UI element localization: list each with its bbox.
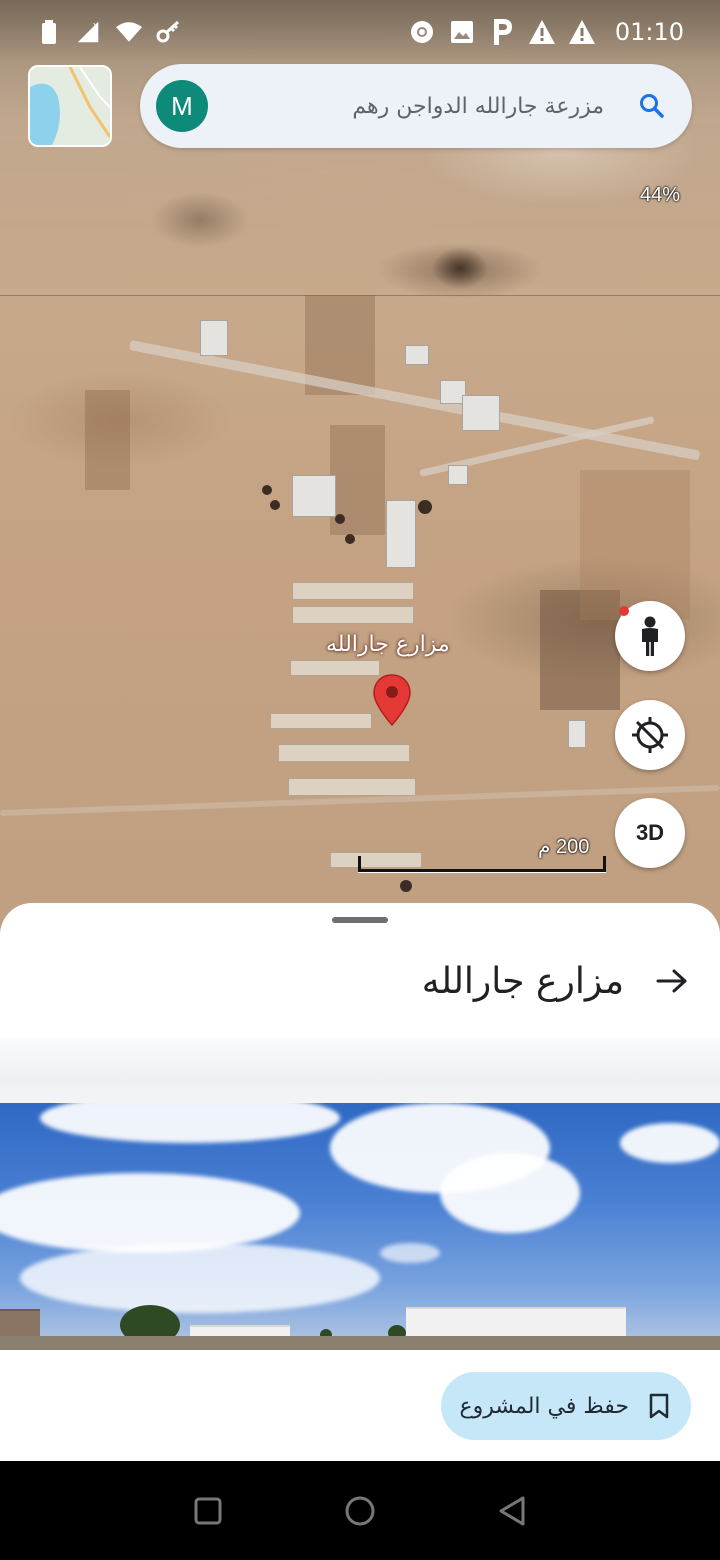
home-button[interactable] [338,1489,382,1533]
chrome-icon [409,19,435,45]
warning-icon [568,19,595,45]
map-building [448,465,468,485]
photo-cloud [40,1103,340,1143]
recents-icon [194,1497,222,1524]
home-icon [345,1496,375,1525]
map-shed [292,606,414,624]
scale-bar [358,856,606,872]
my-location-button[interactable] [615,700,685,770]
photo-cloud [20,1243,380,1313]
system-nav-bar [0,1461,720,1560]
map-thumbnail-icon [30,67,110,145]
map-shed [270,713,372,729]
place-label[interactable]: مزارع جارالله [326,632,450,657]
save-to-list-button[interactable]: حفظ في المشروع [441,1372,691,1440]
place-title: مزارع جارالله [421,960,624,1002]
pegman-icon [642,616,658,656]
photo-cloud [380,1243,440,1263]
map-shed [290,660,380,676]
back-button[interactable] [490,1489,534,1533]
map-tree [270,500,280,510]
map-building [462,395,500,431]
back-icon [499,1496,525,1525]
warning-icon [528,19,555,45]
map-tree [418,500,432,514]
photo-cloud [0,1173,300,1253]
sheet-title-row: مزارع جارالله [0,951,720,1011]
street-view-dot [619,606,629,616]
bookmark-icon [649,1393,669,1419]
photo-top-fade [0,1037,720,1103]
location-marker-icon[interactable] [373,674,411,726]
map-building [386,500,416,568]
search-query-text[interactable]: مزرعة جارالله الدواجن رهم [208,94,632,119]
status-bar: x 01:10 [0,0,720,64]
map-building [568,720,586,748]
svg-text:x: x [93,20,99,31]
search-bar[interactable]: M مزرعة جارالله الدواجن رهم [140,64,692,148]
photo-cloud [440,1153,580,1233]
map-building [200,320,228,356]
parking-icon [489,19,515,45]
key-icon [156,19,182,45]
map-shed [288,778,416,796]
location-off-icon [632,717,668,753]
map-tree [262,485,272,495]
zoom-label: 44% [639,184,680,206]
map-shed [292,582,414,600]
map-building [405,345,429,365]
search-icon[interactable] [632,86,672,126]
status-time: 01:10 [614,18,684,46]
arrow-right-icon[interactable] [654,963,690,999]
save-label: حفظ في المشروع [459,1393,629,1419]
battery-icon [36,19,62,45]
map-tree [345,534,355,544]
three-d-label: 3D [635,820,665,845]
no-signal-icon: x [76,19,102,45]
image-icon [449,19,475,45]
map-field [85,390,130,490]
map-shed [278,744,410,762]
status-left: x [36,19,182,45]
layers-thumbnail-button[interactable] [28,65,112,147]
account-avatar[interactable]: M [156,80,208,132]
map-tree [400,880,412,892]
map-building [292,475,336,517]
photo-ground [0,1336,720,1350]
map-tree [335,514,345,524]
three-d-button[interactable]: 3D [615,798,685,868]
photo-cloud [620,1123,720,1163]
place-sheet[interactable]: مزارع جارالله حفظ في المشروع [0,903,720,1461]
wifi-icon [116,19,142,45]
recents-button[interactable] [186,1489,230,1533]
status-right: 01:10 [409,18,684,46]
map-field [580,470,690,620]
place-photo[interactable] [0,1103,720,1350]
drag-handle[interactable] [332,917,388,923]
